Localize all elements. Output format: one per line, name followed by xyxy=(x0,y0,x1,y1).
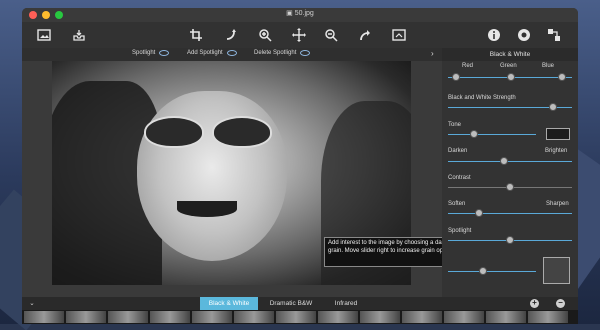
add-spotlight-button[interactable]: Add Spotlight xyxy=(187,50,237,56)
app-window: ▣ 50.jpg Spotlight Add Spotlight Delete … xyxy=(22,8,578,324)
preset-thumbnail[interactable] xyxy=(234,311,274,323)
compare-icon[interactable] xyxy=(390,26,408,44)
title-bar: ▣ 50.jpg xyxy=(22,8,578,22)
tab-black-white[interactable]: Black & White xyxy=(200,297,258,310)
preset-thumbnail[interactable] xyxy=(402,311,442,323)
tone-label: Tone xyxy=(448,122,462,128)
photo-face xyxy=(137,91,287,261)
darken-label: Darken xyxy=(448,148,468,154)
eye-icon xyxy=(300,50,311,56)
eye-icon xyxy=(226,50,237,56)
panel-title: Black & White xyxy=(442,48,578,61)
zoom-in-icon[interactable] xyxy=(256,26,274,44)
rotate-icon[interactable] xyxy=(222,26,240,44)
redo-icon[interactable] xyxy=(356,26,374,44)
spotlight-slider-knob[interactable] xyxy=(506,236,514,244)
remove-preset-button[interactable]: − xyxy=(556,299,565,308)
blue-label: Blue xyxy=(542,63,555,69)
sunglasses-lens xyxy=(212,116,272,148)
grain-preview-swatch[interactable] xyxy=(543,257,570,284)
settings-icon[interactable] xyxy=(515,26,533,44)
soften-sharpen-slider-knob[interactable] xyxy=(475,209,483,217)
spotlight-button[interactable]: Spotlight xyxy=(132,50,170,56)
add-spotlight-label: Add Spotlight xyxy=(187,50,223,56)
preset-thumbnail[interactable] xyxy=(24,311,64,323)
chevron-down-icon[interactable]: ⌄ xyxy=(26,297,38,310)
contrast-slider-knob[interactable] xyxy=(506,183,514,191)
sharpen-label: Sharpen xyxy=(546,201,569,207)
soften-sharpen-track xyxy=(448,213,572,214)
preset-thumbnail[interactable] xyxy=(486,311,526,323)
tone-track xyxy=(448,134,536,135)
tab-infrared[interactable]: Infrared xyxy=(322,297,370,310)
preset-thumbnail[interactable] xyxy=(150,311,190,323)
preset-thumbnail[interactable] xyxy=(360,311,400,323)
red-slider-knob[interactable] xyxy=(452,73,461,81)
blue-slider-knob[interactable] xyxy=(558,73,566,81)
add-preset-button[interactable]: + xyxy=(530,299,539,308)
brighten-label: Brighten xyxy=(545,148,568,154)
share-icon[interactable] xyxy=(545,26,563,44)
spotlight-label: Spotlight xyxy=(448,228,472,234)
photo-mouth xyxy=(177,201,237,217)
contrast-label: Contrast xyxy=(448,175,471,181)
spotlight-label: Spotlight xyxy=(132,50,156,56)
soften-label: Soften xyxy=(448,201,466,207)
zoom-out-icon[interactable] xyxy=(322,26,340,44)
window-title-text: 50.jpg xyxy=(294,10,314,17)
window-title: ▣ 50.jpg xyxy=(286,10,314,17)
image-icon[interactable] xyxy=(35,26,53,44)
crop-icon[interactable] xyxy=(187,26,205,44)
tray-icon[interactable] xyxy=(70,26,88,44)
sunglasses-lens xyxy=(144,116,204,148)
info-icon[interactable] xyxy=(485,26,503,44)
adjustment-panel: Black & White Red Green Blue Black and W… xyxy=(442,48,578,297)
preset-thumbnail[interactable] xyxy=(276,311,316,323)
image-canvas[interactable]: Add interest to the image by choosing a … xyxy=(22,61,489,297)
delete-spotlight-button[interactable]: Delete Spotlight xyxy=(254,50,311,56)
chevron-right-icon[interactable]: › xyxy=(431,49,434,58)
strength-label: Black and White Strength xyxy=(448,95,516,101)
preset-thumbnail[interactable] xyxy=(318,311,358,323)
thumbnail-strip xyxy=(22,310,578,324)
grain-track xyxy=(448,271,536,272)
tone-color-swatch[interactable] xyxy=(546,128,570,140)
blue-track xyxy=(532,77,572,78)
preset-thumbnail[interactable] xyxy=(528,311,568,323)
tone-slider-knob[interactable] xyxy=(470,130,479,138)
move-icon[interactable] xyxy=(290,26,308,44)
toolbar xyxy=(22,22,578,48)
green-label: Green xyxy=(500,63,517,69)
tab-dramatic-bw[interactable]: Dramatic B&W xyxy=(262,297,320,310)
delete-spotlight-label: Delete Spotlight xyxy=(254,50,297,56)
darken-brighten-slider-knob[interactable] xyxy=(499,157,508,165)
preset-thumbnail[interactable] xyxy=(444,311,484,323)
preset-thumbnail[interactable] xyxy=(192,311,232,323)
preset-bar: ⌄ Black & White Dramatic B&W Infrared + … xyxy=(22,297,578,310)
green-slider-knob[interactable] xyxy=(507,73,515,81)
preset-thumbnail[interactable] xyxy=(108,311,148,323)
preset-thumbnail[interactable] xyxy=(66,311,106,323)
spotlight-bar: Spotlight Add Spotlight Delete Spotlight… xyxy=(22,48,442,61)
strength-slider-knob[interactable] xyxy=(549,103,558,111)
red-label: Red xyxy=(462,63,474,69)
grain-slider-knob[interactable] xyxy=(479,267,488,275)
eye-icon xyxy=(159,50,170,56)
darken-brighten-track xyxy=(448,161,572,162)
